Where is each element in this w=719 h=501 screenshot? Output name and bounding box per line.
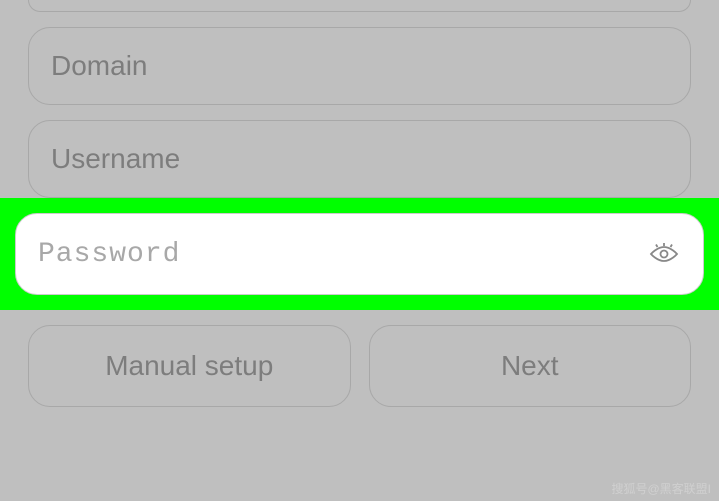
highlight-box: Password [0,198,719,310]
domain-input[interactable]: Domain [28,27,691,105]
username-placeholder: Username [51,143,180,175]
domain-placeholder: Domain [51,50,147,82]
username-input[interactable]: Username [28,120,691,198]
watermark: 搜狐号@黑客联盟I [611,480,711,497]
next-button[interactable]: Next [369,325,692,407]
partial-field-top [28,0,691,12]
password-input[interactable]: Password [15,213,704,295]
password-placeholder: Password [38,239,180,270]
manual-setup-label: Manual setup [105,350,273,382]
form-container: Domain Username [0,0,719,198]
next-label: Next [501,350,559,382]
manual-setup-button[interactable]: Manual setup [28,325,351,407]
button-row: Manual setup Next [0,325,719,407]
eye-icon[interactable] [647,243,681,265]
